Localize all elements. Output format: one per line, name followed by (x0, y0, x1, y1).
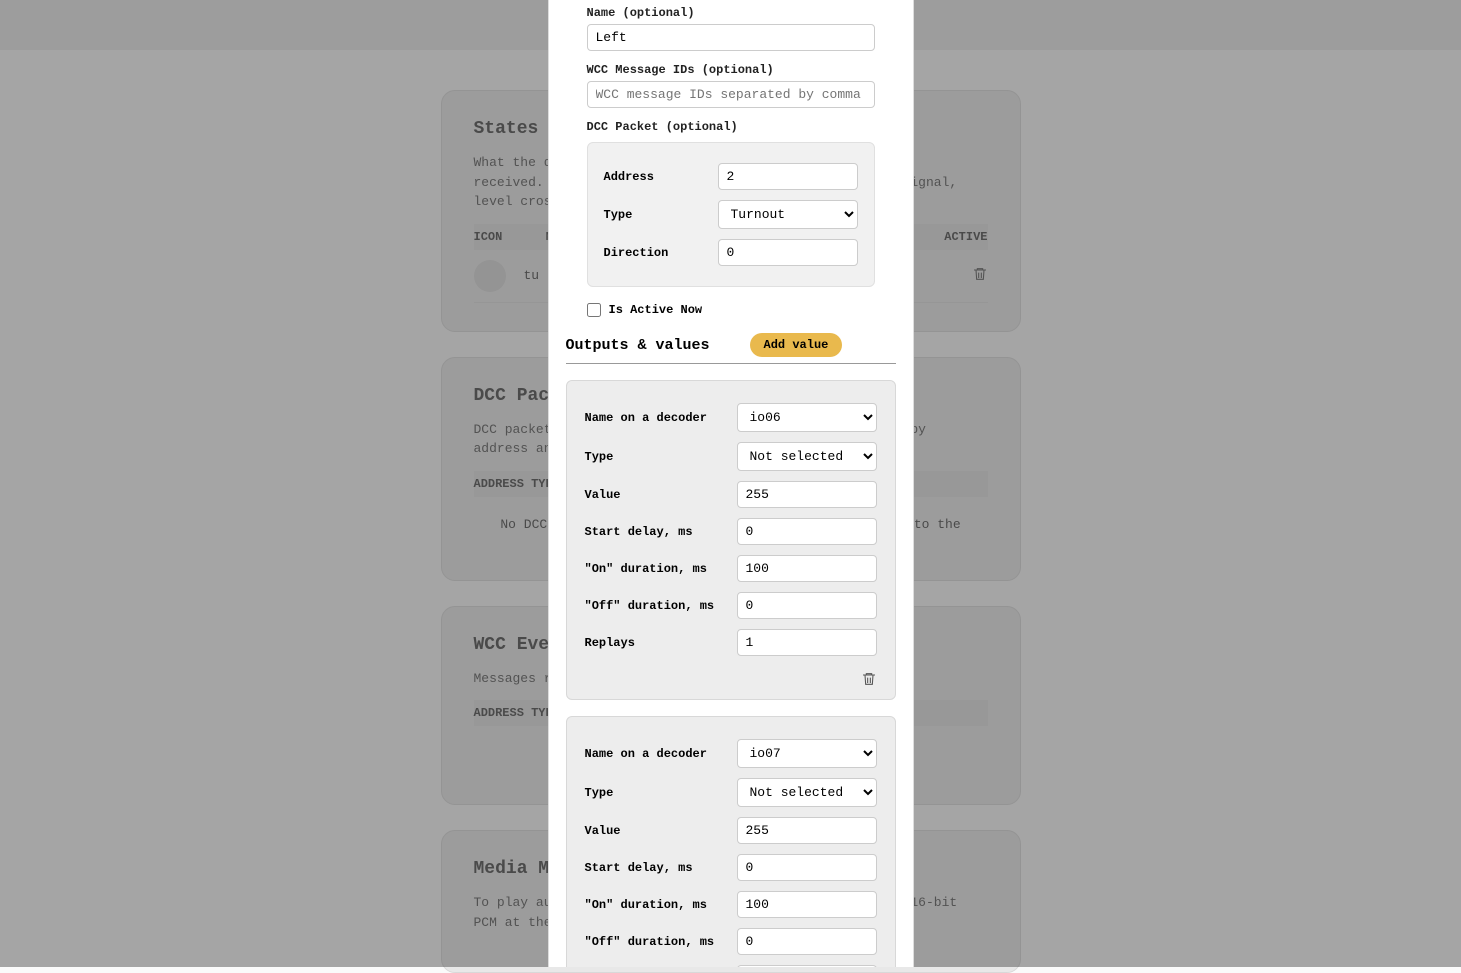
output-name-label: Name on a decoder (585, 747, 707, 761)
outputs-section-header: Outputs & values Add value (566, 333, 896, 364)
output-replays-label: Replays (585, 636, 635, 650)
dcc-type-select[interactable]: Turnout (718, 200, 858, 229)
output-panel: Name on a decoder io06 Type Not selected… (566, 380, 896, 700)
is-active-checkbox[interactable] (587, 303, 601, 317)
output-type-label: Type (585, 450, 614, 464)
output-startdelay-label: Start delay, ms (585, 525, 693, 539)
dcc-packet-panel: Address Type Turnout Direction (587, 142, 875, 287)
name-label: Name (optional) (587, 6, 875, 20)
output-value-input[interactable] (737, 481, 877, 508)
delete-output-button[interactable] (861, 670, 877, 691)
output-name-select[interactable]: io07 (737, 739, 877, 768)
output-startdelay-input[interactable] (737, 854, 877, 881)
output-replays-input[interactable] (737, 629, 877, 656)
dcc-packet-label: DCC Packet (optional) (587, 120, 875, 134)
wcc-ids-label: WCC Message IDs (optional) (587, 63, 875, 77)
wcc-ids-input[interactable] (587, 81, 875, 108)
state-edit-modal: Name (optional) WCC Message IDs (optiona… (548, 0, 914, 967)
output-startdelay-input[interactable] (737, 518, 877, 545)
output-offduration-label: "Off" duration, ms (585, 935, 715, 949)
trash-icon (861, 670, 877, 688)
dcc-address-label: Address (604, 170, 654, 184)
output-name-select[interactable]: io06 (737, 403, 877, 432)
name-input[interactable] (587, 24, 875, 51)
output-type-select[interactable]: Not selected (737, 442, 877, 471)
is-active-label: Is Active Now (609, 303, 703, 317)
dcc-type-label: Type (604, 208, 633, 222)
output-type-select[interactable]: Not selected (737, 778, 877, 807)
dcc-direction-label: Direction (604, 246, 669, 260)
output-onduration-label: "On" duration, ms (585, 562, 707, 576)
output-type-label: Type (585, 786, 614, 800)
output-value-label: Value (585, 824, 621, 838)
output-offduration-input[interactable] (737, 592, 877, 619)
add-value-button[interactable]: Add value (750, 333, 843, 357)
output-offduration-input[interactable] (737, 928, 877, 955)
outputs-title: Outputs & values (566, 337, 710, 354)
output-name-label: Name on a decoder (585, 411, 707, 425)
output-panel: Name on a decoder io07 Type Not selected… (566, 716, 896, 967)
output-onduration-label: "On" duration, ms (585, 898, 707, 912)
output-value-label: Value (585, 488, 621, 502)
output-value-input[interactable] (737, 817, 877, 844)
output-onduration-input[interactable] (737, 555, 877, 582)
output-offduration-label: "Off" duration, ms (585, 599, 715, 613)
dcc-address-input[interactable] (718, 163, 858, 190)
output-startdelay-label: Start delay, ms (585, 861, 693, 875)
dcc-direction-input[interactable] (718, 239, 858, 266)
output-onduration-input[interactable] (737, 891, 877, 918)
